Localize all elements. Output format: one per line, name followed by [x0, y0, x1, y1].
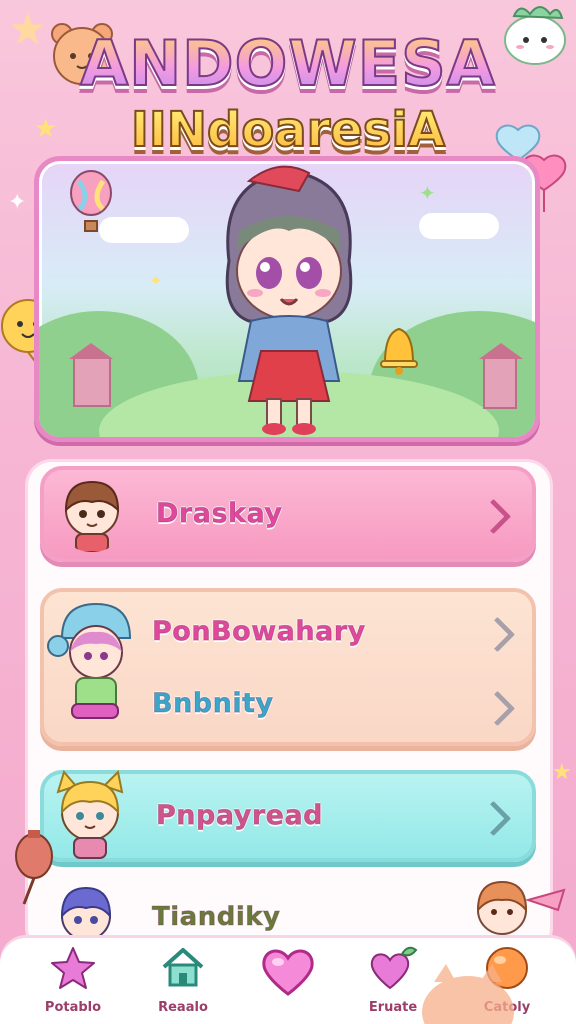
title-subtitle: IINdoaresiA	[0, 101, 576, 159]
nav-label-reaalo: Reaalo	[158, 1000, 208, 1015]
chevron-right-icon	[479, 616, 516, 653]
home-icon	[128, 944, 238, 992]
cloud	[419, 213, 499, 239]
avatar-brown-hair	[54, 476, 130, 552]
house	[69, 343, 113, 407]
nav-item-heart[interactable]	[233, 948, 343, 1004]
chevron-right-icon	[479, 690, 516, 727]
sparkle-decoration: ✦	[8, 190, 27, 215]
house	[479, 343, 523, 409]
menu-button-ponbowahary[interactable]: PonBowahary	[40, 596, 536, 668]
title-main: ANDOWESA	[0, 27, 576, 101]
main-character	[189, 161, 389, 437]
nav-item-potablo[interactable]: Potablo	[18, 944, 128, 1015]
chibi-side-character	[458, 870, 568, 944]
bell-icon	[377, 321, 421, 381]
menu-button-bnbnity[interactable]: Bnbnity	[40, 670, 536, 742]
menu-label-tiandiky: Tiandiky	[151, 902, 281, 933]
menu-button-draskay[interactable]: Draskay	[40, 466, 536, 562]
chevron-right-icon	[475, 800, 512, 837]
menu-button-pnpayread[interactable]: Pnpayread	[40, 769, 536, 862]
avatar-purple-hair	[54, 880, 118, 944]
hot-air-balloon-icon	[67, 169, 115, 239]
menu-label-pnpayread: Pnpayread	[155, 800, 324, 832]
hero-illustration: ✦ ✦	[34, 156, 540, 442]
menu-label-draskay: Draskay	[155, 498, 283, 530]
sparkle-decoration: ★	[552, 760, 572, 785]
sparkle-icon: ✦	[149, 271, 163, 290]
sparkle-icon: ✦	[419, 181, 436, 205]
peeking-cat-decoration	[420, 962, 530, 1024]
nav-label-potablo: Potablo	[44, 1000, 102, 1015]
menu-label-ponbowahary: PonBowahary	[152, 616, 366, 648]
menu-label-bnbnity: Bnbnity	[152, 688, 274, 720]
lantern-decoration	[10, 826, 60, 910]
heart-icon	[233, 948, 343, 996]
star-icon	[18, 944, 128, 992]
nav-item-reaalo[interactable]: Reaalo	[128, 944, 238, 1015]
chevron-right-icon	[475, 498, 512, 535]
game-title: ANDOWESA IINdoaresiA	[0, 27, 576, 160]
